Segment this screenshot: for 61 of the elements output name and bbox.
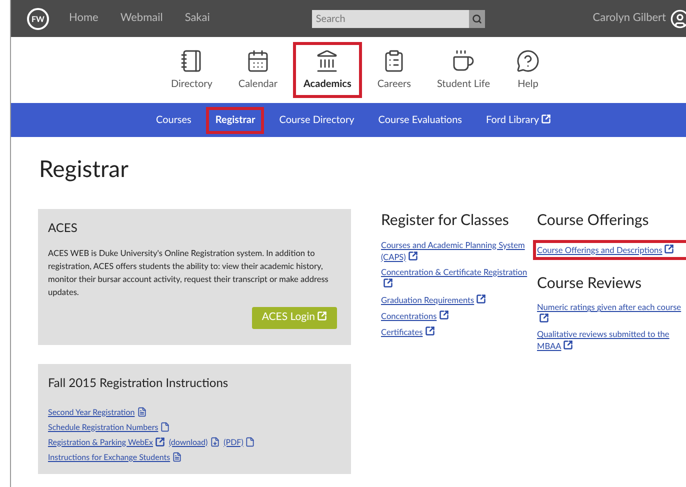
sub-nav-link[interactable]: Course Evaluations bbox=[369, 106, 472, 134]
external-link[interactable]: Courses and Academic Planning System (CAPS) bbox=[381, 240, 535, 262]
external-link[interactable]: Graduation Requirements bbox=[381, 294, 535, 306]
external-link[interactable]: Qualitative reviews submitted to the MBAA bbox=[537, 329, 685, 352]
external-link[interactable]: Numeric ratings given after each course bbox=[537, 302, 685, 325]
external-link[interactable]: Certificates bbox=[381, 326, 535, 338]
building-icon bbox=[315, 48, 340, 72]
sub-nav-link[interactable]: Ford Library bbox=[477, 106, 560, 134]
file-icon bbox=[245, 436, 256, 446]
section-heading: Course Reviews bbox=[537, 272, 642, 294]
external-link-icon bbox=[476, 294, 486, 304]
sub-nav-link[interactable]: Course Directory bbox=[270, 106, 364, 134]
calendar-icon bbox=[246, 48, 270, 72]
top-nav-link[interactable]: Sakai bbox=[184, 10, 210, 27]
external-link-icon bbox=[383, 278, 393, 288]
help-icon bbox=[516, 48, 540, 72]
external-link-icon bbox=[155, 436, 166, 446]
nav-tab[interactable]: Calendar bbox=[227, 42, 288, 98]
section-heading: Register for Classes bbox=[381, 210, 510, 231]
logo-badge[interactable]: FW bbox=[27, 8, 49, 30]
page-title: Registrar bbox=[39, 153, 130, 184]
nav-tab[interactable]: Academics bbox=[292, 42, 362, 98]
download-icon bbox=[210, 436, 220, 446]
search-field[interactable]: Search bbox=[312, 10, 469, 28]
nav-tab[interactable]: Directory bbox=[160, 42, 224, 98]
sub-nav-link[interactable]: Registrar bbox=[206, 106, 264, 134]
document-link[interactable]: Registration & Parking WebEx bbox=[48, 436, 166, 448]
external-link-icon bbox=[424, 326, 435, 336]
search-icon bbox=[472, 14, 482, 24]
card-title: Fall 2015 Registration Instructions bbox=[48, 374, 230, 392]
card-description: ACES WEB is Duke University's Online Registration system. In addition to registration, ACES offers students the ability to: view their academic history, monitor their bursar account activity, request their transcript or make address updates. bbox=[48, 247, 330, 299]
document-icon bbox=[172, 452, 182, 462]
external-link[interactable]: Course Offerings and Descriptions bbox=[537, 244, 686, 256]
external-link-icon bbox=[664, 244, 674, 254]
nav-tab[interactable]: Help bbox=[505, 42, 552, 98]
nav-tab[interactable]: Careers bbox=[366, 42, 422, 98]
nav-tab[interactable]: Student Life bbox=[426, 42, 502, 98]
section-heading: Course Offerings bbox=[537, 210, 650, 231]
external-link-icon bbox=[317, 311, 327, 322]
user-name[interactable]: Carolyn Gilbert bbox=[592, 10, 666, 27]
top-nav-link[interactable]: Home bbox=[69, 10, 98, 27]
document-icon bbox=[136, 406, 147, 416]
top-nav-link[interactable]: Webmail bbox=[120, 10, 163, 27]
document-link[interactable]: Second Year Registration bbox=[48, 406, 147, 418]
external-link-icon bbox=[563, 340, 574, 350]
notebook-icon bbox=[180, 48, 204, 72]
search-button[interactable] bbox=[468, 10, 485, 28]
document-link[interactable]: Instructions for Exchange Students bbox=[48, 450, 182, 462]
cup-icon bbox=[451, 48, 476, 72]
external-link[interactable]: Concentrations bbox=[381, 310, 535, 322]
file-icon bbox=[160, 422, 170, 432]
external-link-icon bbox=[438, 310, 449, 320]
external-link-icon bbox=[408, 250, 418, 260]
user-icon[interactable] bbox=[670, 8, 686, 28]
document-link[interactable]: (download) bbox=[169, 436, 220, 448]
external-link[interactable]: Concentration & Certificate Registration bbox=[381, 266, 535, 290]
external-link-icon bbox=[539, 313, 549, 323]
document-link[interactable]: (PDF) bbox=[224, 436, 256, 448]
card-title: ACES bbox=[48, 219, 78, 237]
document-link[interactable]: Schedule Registration Numbers bbox=[48, 420, 170, 432]
sub-nav-link[interactable]: Courses bbox=[147, 106, 200, 134]
